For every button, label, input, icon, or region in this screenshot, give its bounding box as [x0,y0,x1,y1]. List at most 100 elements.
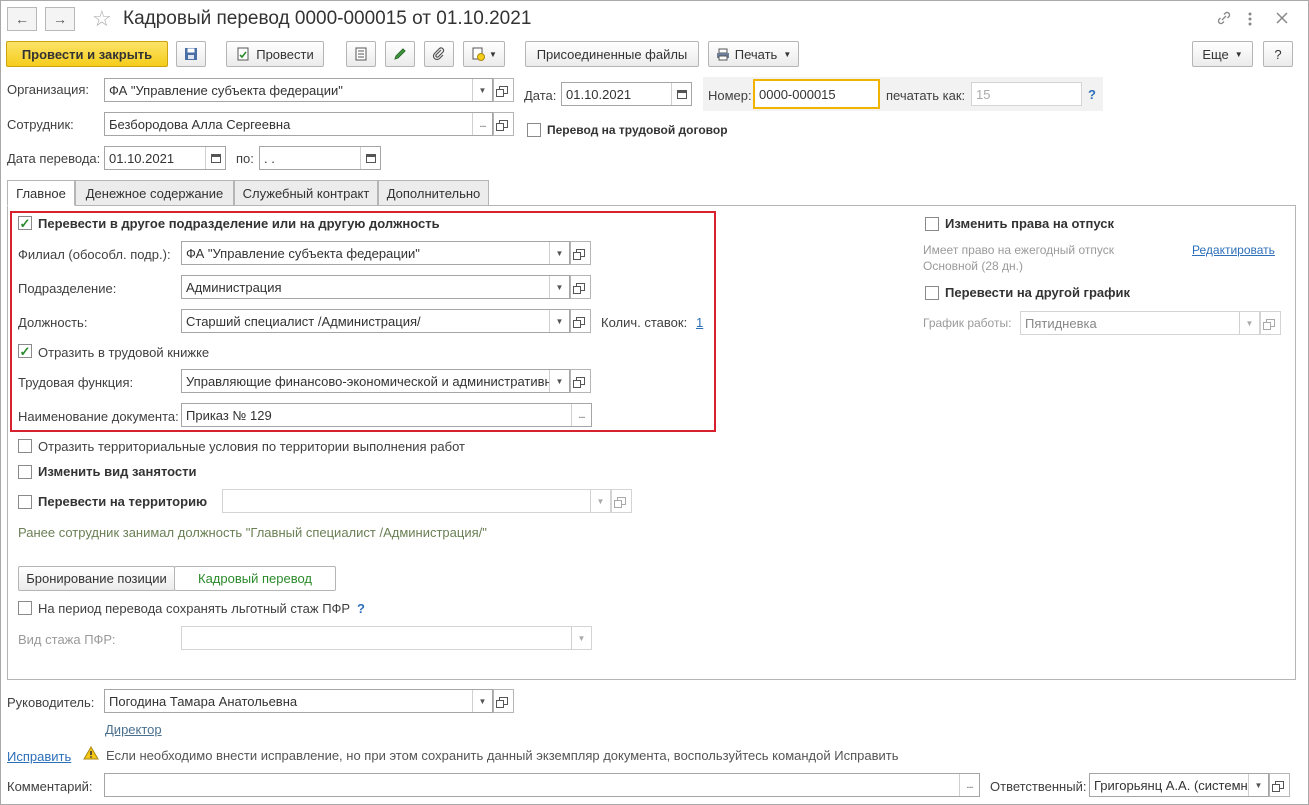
schedule-field[interactable]: Пятидневка ▼ [1020,311,1260,335]
tab-main[interactable]: Главное [7,180,75,206]
back-button[interactable]: ← [7,7,37,31]
department-open-button[interactable] [570,275,591,299]
transfer-date-field[interactable]: 01.10.2021 [104,146,226,170]
open-icon [1263,319,1275,330]
booking-position-button[interactable]: Бронирование позиции [18,566,175,591]
select-dots-icon[interactable]: ... [571,404,591,426]
employee-field[interactable]: Безбородова Алла Сергеевна ... [104,112,493,136]
dropdown-arrow-icon[interactable]: ▼ [549,276,569,298]
edit-button[interactable] [385,41,415,67]
link-icon[interactable] [1216,10,1232,26]
help-question-icon[interactable]: ? [1088,87,1096,102]
position-field[interactable]: Старший специалист /Администрация/ ▼ [181,309,570,333]
transfer-checkbox[interactable]: ✓ [18,216,32,230]
responsible-open-button[interactable] [1269,773,1290,797]
workbook-checkbox[interactable]: ✓ [18,344,32,358]
create-based-on-button[interactable]: ▼ [463,41,505,67]
labor-function-field[interactable]: Управляющие финансово-экономической и ад… [181,369,570,393]
post-button[interactable]: Провести [226,41,324,67]
post-close-button[interactable]: Провести и закрыть [6,41,168,67]
rates-link[interactable]: 1 [696,315,703,330]
dropdown-arrow-icon[interactable]: ▼ [472,690,492,712]
organization-open-button[interactable] [493,78,514,102]
territory-open-button[interactable] [611,489,632,513]
responsible-value: Григорьянц А.А. (системн [1094,777,1248,793]
territory-checkbox[interactable] [18,495,32,509]
print-button[interactable]: Печать ▼ [708,41,799,67]
territorial-checkbox[interactable] [18,439,32,453]
chevron-down-icon: ▼ [783,49,792,59]
fix-link[interactable]: Исправить [7,749,71,764]
territory-checkbox-label: Перевести на территорию [38,494,208,509]
labor-contract-checkbox[interactable] [527,123,541,137]
attach-button[interactable] [424,41,454,67]
close-icon[interactable] [1276,12,1288,24]
dropdown-arrow-icon[interactable]: ▼ [549,310,569,332]
responsible-label: Ответственный: [990,779,1087,794]
post-document-icon [237,47,249,61]
branch-field[interactable]: ФА "Управление субъекта федерации" ▼ [181,241,570,265]
position-open-button[interactable] [570,309,591,333]
tab-service-contract[interactable]: Служебный контракт [234,180,378,206]
date-field[interactable]: 01.10.2021 [561,82,692,106]
page-title: Кадровый перевод 0000-000015 от 01.10.20… [123,8,532,29]
register-button[interactable] [346,41,376,67]
doc-name-value: Приказ № 129 [186,407,272,423]
dropdown-arrow-icon[interactable]: ▼ [1239,312,1259,334]
chevron-down-icon: ▼ [1234,49,1243,59]
manager-field[interactable]: Погодина Тамара Анатольевна ▼ [104,689,493,713]
transfer-date-value: 01.10.2021 [109,150,175,166]
edit-vacation-link[interactable]: Редактировать [1192,243,1275,257]
staff-transfer-button[interactable]: Кадровый перевод [174,566,336,591]
open-icon [573,317,585,328]
comment-field[interactable]: ... [104,773,980,797]
print-as-field[interactable]: 15 [971,82,1082,106]
dropdown-arrow-icon[interactable]: ▼ [590,490,610,512]
favorite-star-icon[interactable]: ☆ [92,6,112,32]
forward-button[interactable]: → [45,7,75,31]
responsible-field[interactable]: Григорьянц А.А. (системн ▼ [1089,773,1269,797]
organization-field[interactable]: ФА "Управление субъекта федерации" ▼ [104,78,493,102]
save-button[interactable] [176,41,206,67]
dropdown-arrow-icon[interactable]: ▼ [571,627,591,649]
number-label: Номер: [708,88,752,103]
print-as-value: 15 [976,86,991,102]
help-button[interactable]: ? [1263,41,1293,67]
number-field[interactable]: 0000-000015 [753,79,880,109]
pfr-help-icon[interactable]: ? [357,601,365,616]
dropdown-arrow-icon[interactable]: ▼ [549,370,569,392]
labor-function-open-button[interactable] [570,369,591,393]
schedule-value: Пятидневка [1025,315,1097,331]
employee-open-button[interactable] [493,112,514,136]
select-dots-icon[interactable]: ... [959,774,979,796]
schedule-checkbox[interactable] [925,286,939,300]
calendar-icon[interactable] [671,83,691,105]
chevron-down-icon: ▼ [489,49,497,59]
calendar-icon[interactable] [360,147,380,169]
pfr-checkbox[interactable] [18,601,32,615]
more-vertical-icon[interactable] [1248,12,1252,26]
branch-open-button[interactable] [570,241,591,265]
organization-value: ФА "Управление субъекта федерации" [109,82,343,98]
department-value: Администрация [186,279,282,295]
schedule-open-button[interactable] [1260,311,1281,335]
dropdown-arrow-icon[interactable]: ▼ [472,79,492,101]
vacation-checkbox[interactable] [925,217,939,231]
manager-open-button[interactable] [493,689,514,713]
more-button[interactable]: Еще ▼ [1192,41,1253,67]
employment-type-checkbox[interactable] [18,465,32,479]
to-date-field[interactable]: . . [259,146,381,170]
manager-position-link[interactable]: Директор [105,722,162,737]
pfr-type-field[interactable]: ▼ [181,626,592,650]
territory-field[interactable]: ▼ [222,489,611,513]
tab-salary[interactable]: Денежное содержание [75,180,234,206]
tab-additional[interactable]: Дополнительно [378,180,489,206]
doc-name-field[interactable]: Приказ № 129 ... [181,403,592,427]
attached-files-button[interactable]: Присоединенные файлы [525,41,699,67]
calendar-icon[interactable] [205,147,225,169]
dropdown-arrow-icon[interactable]: ▼ [549,242,569,264]
department-field[interactable]: Администрация ▼ [181,275,570,299]
select-dots-icon[interactable]: ... [472,113,492,135]
dropdown-arrow-icon[interactable]: ▼ [1248,774,1268,796]
forward-icon: → [53,11,67,27]
